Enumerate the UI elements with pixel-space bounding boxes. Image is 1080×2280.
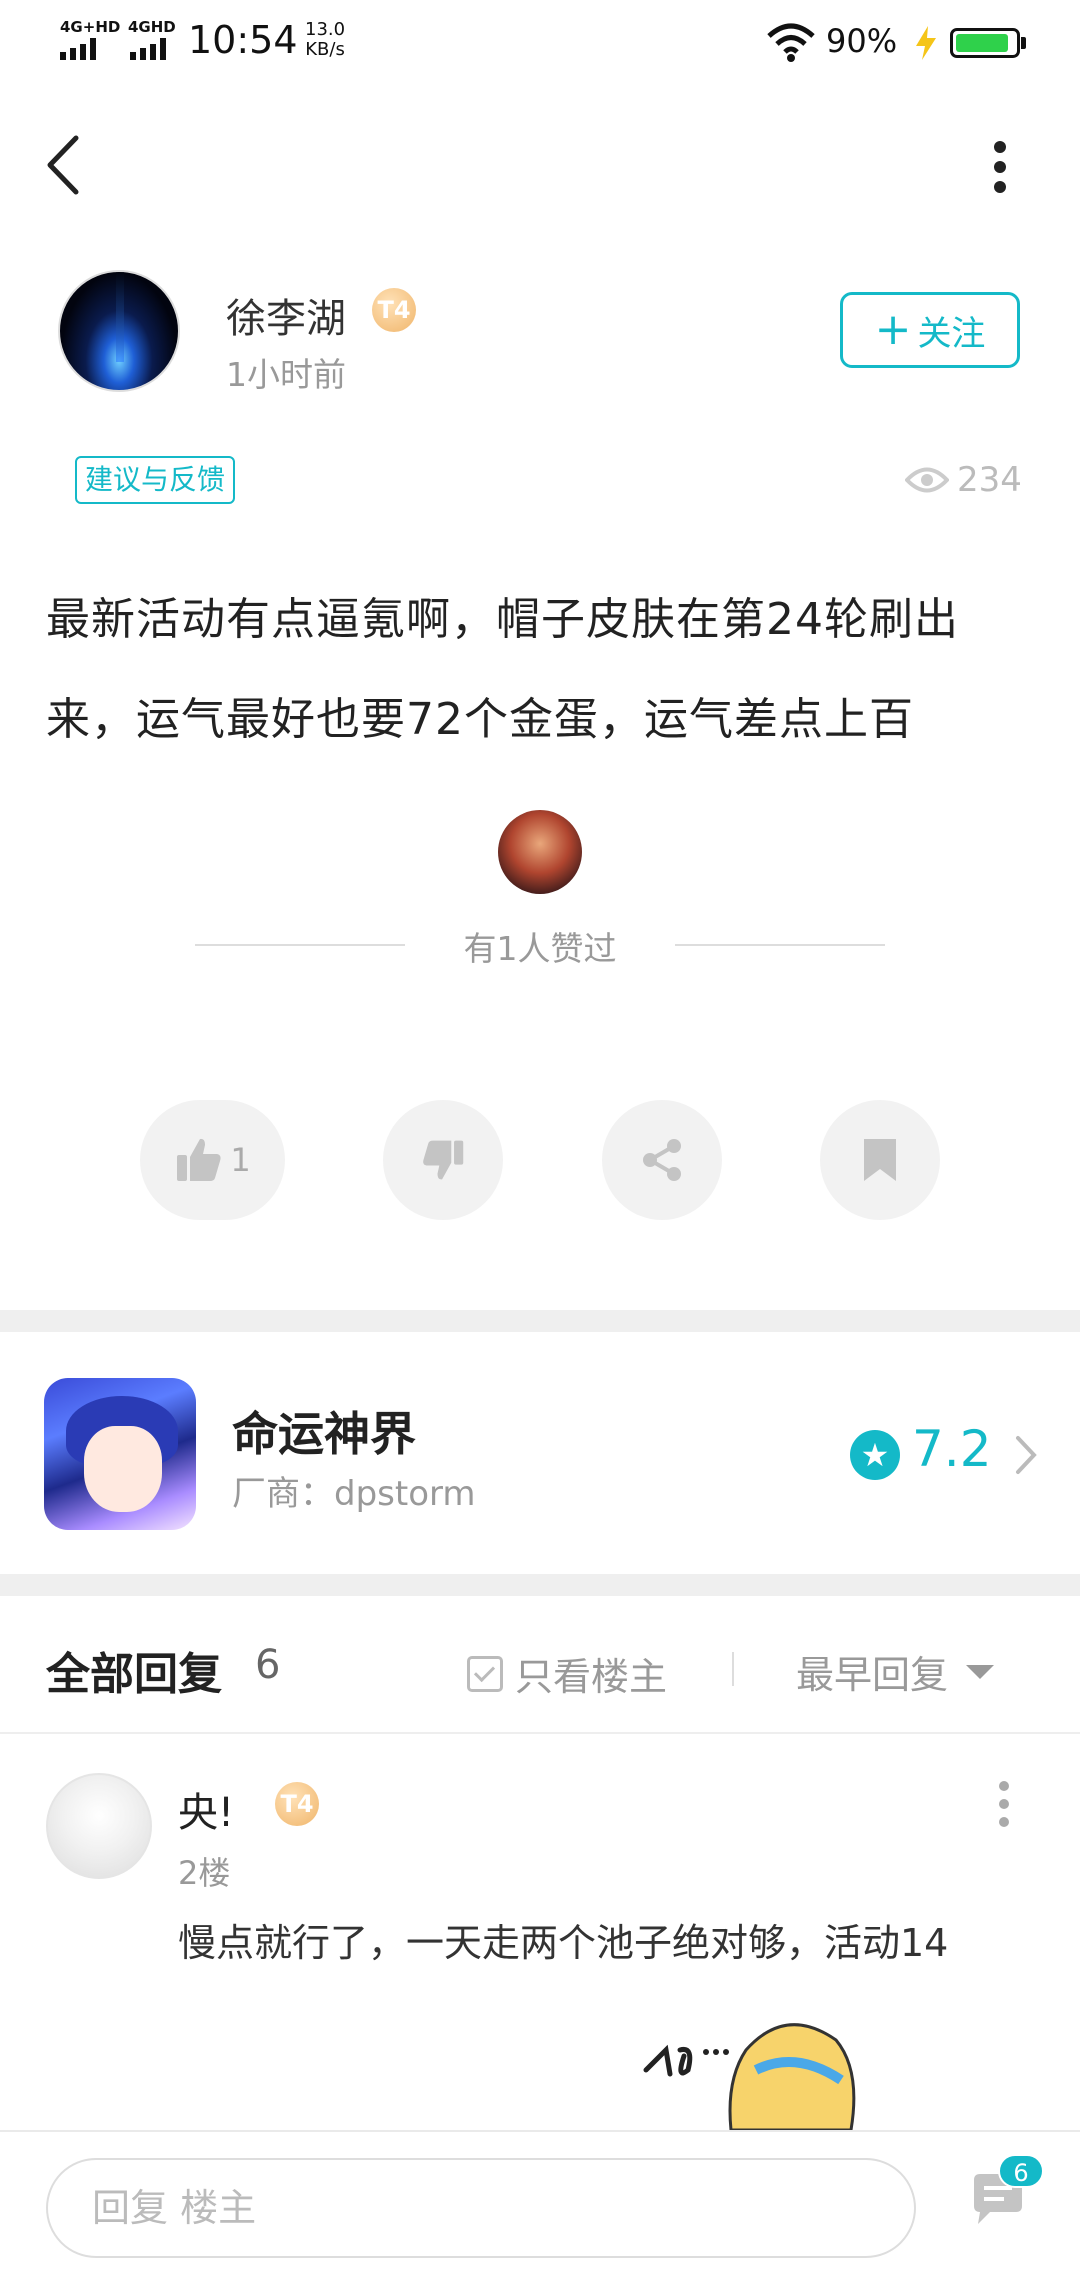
share-icon — [643, 1139, 681, 1181]
network-type-2: 4GHD — [128, 18, 176, 36]
replies-count: 6 — [255, 1642, 281, 1688]
sticker-image[interactable] — [636, 2010, 876, 2130]
level-badge: T4 — [372, 288, 416, 332]
like-count: 1 — [230, 1141, 251, 1179]
status-bar: 4G+HD 4GHD 10:54 13.0 KB/s 90% — [0, 0, 1080, 84]
comment-count-badge: 6 — [998, 2154, 1044, 2188]
reply-input[interactable]: 回复 楼主 — [46, 2158, 916, 2258]
network-type-1: 4G+HD — [60, 18, 121, 36]
reply-floor: 2楼 — [178, 1854, 231, 1892]
reply-avatar[interactable] — [46, 1773, 152, 1879]
chevron-right-icon[interactable] — [1010, 1432, 1040, 1478]
plus-icon: + — [874, 304, 912, 355]
network-speed-unit: KB/s — [305, 39, 345, 60]
eye-icon — [905, 467, 949, 493]
section-divider — [0, 1310, 1080, 1332]
follow-button[interactable]: + 关注 — [840, 292, 1020, 368]
vertical-separator — [732, 1652, 734, 1686]
level-badge: T4 — [275, 1782, 319, 1826]
follow-label: 关注 — [917, 313, 986, 354]
author-name[interactable]: 徐李湖 — [226, 286, 346, 344]
view-count-value: 234 — [957, 460, 1022, 500]
reply-author-name[interactable]: 央! — [178, 1780, 234, 1838]
game-rating: 7.2 — [912, 1420, 992, 1478]
checkbox-icon[interactable] — [467, 1655, 503, 1692]
back-button[interactable] — [40, 130, 90, 200]
only-op-label: 只看楼主 — [515, 1655, 668, 1699]
clock: 10:54 — [188, 18, 298, 62]
like-button[interactable]: 1 — [140, 1100, 285, 1220]
thumbs-down-icon — [423, 1140, 464, 1180]
share-button[interactable] — [602, 1100, 722, 1220]
liker-avatar[interactable] — [498, 810, 582, 894]
post-time: 1小时前 — [226, 355, 346, 394]
game-vendor: 厂商：dpstorm — [232, 1474, 476, 1514]
only-op-toggle[interactable]: 只看楼主 — [467, 1646, 667, 1701]
post-content: 最新活动有点逼氪啊，帽子皮肤在第24轮刷出来，运气最好也要72个金蛋，运气差点上… — [46, 594, 959, 745]
more-options-button[interactable] — [975, 135, 1025, 205]
signal-icon — [130, 38, 166, 60]
game-name[interactable]: 命运神界 — [232, 1398, 416, 1464]
reply-more-button[interactable] — [984, 1776, 1024, 1836]
liked-by-text[interactable]: 有1人赞过 — [400, 922, 680, 970]
section-divider — [0, 1574, 1080, 1596]
divider-line — [0, 1732, 1080, 1734]
wifi-icon — [767, 23, 815, 62]
bookmark-button[interactable] — [820, 1100, 940, 1220]
network-speed: 13.0 KB/s — [305, 20, 345, 60]
battery-percent: 90% — [826, 22, 898, 60]
charging-icon — [916, 26, 936, 60]
caret-down-icon — [966, 1664, 995, 1679]
game-icon[interactable] — [44, 1378, 196, 1530]
signal-icon — [60, 38, 96, 60]
divider-line — [675, 944, 885, 946]
topic-tag[interactable]: 建议与反馈 — [75, 456, 236, 504]
star-icon: ★ — [850, 1430, 900, 1480]
view-count: 234 — [905, 460, 1022, 500]
divider-line — [195, 944, 405, 946]
author-avatar[interactable] — [58, 270, 180, 392]
battery-tip — [1021, 37, 1026, 49]
reply-text: 慢点就行了，一天走两个池子绝对够，活动14 — [178, 1921, 949, 1965]
battery-icon — [950, 28, 1020, 58]
network-speed-value: 13.0 — [305, 19, 346, 40]
dislike-button[interactable] — [383, 1100, 503, 1220]
replies-title: 全部回复 — [46, 1649, 222, 1700]
thumbs-up-icon — [177, 1138, 221, 1181]
sort-dropdown[interactable]: 最早回复 — [796, 1644, 995, 1699]
bookmark-icon — [864, 1139, 896, 1181]
sort-label: 最早回复 — [796, 1653, 949, 1697]
